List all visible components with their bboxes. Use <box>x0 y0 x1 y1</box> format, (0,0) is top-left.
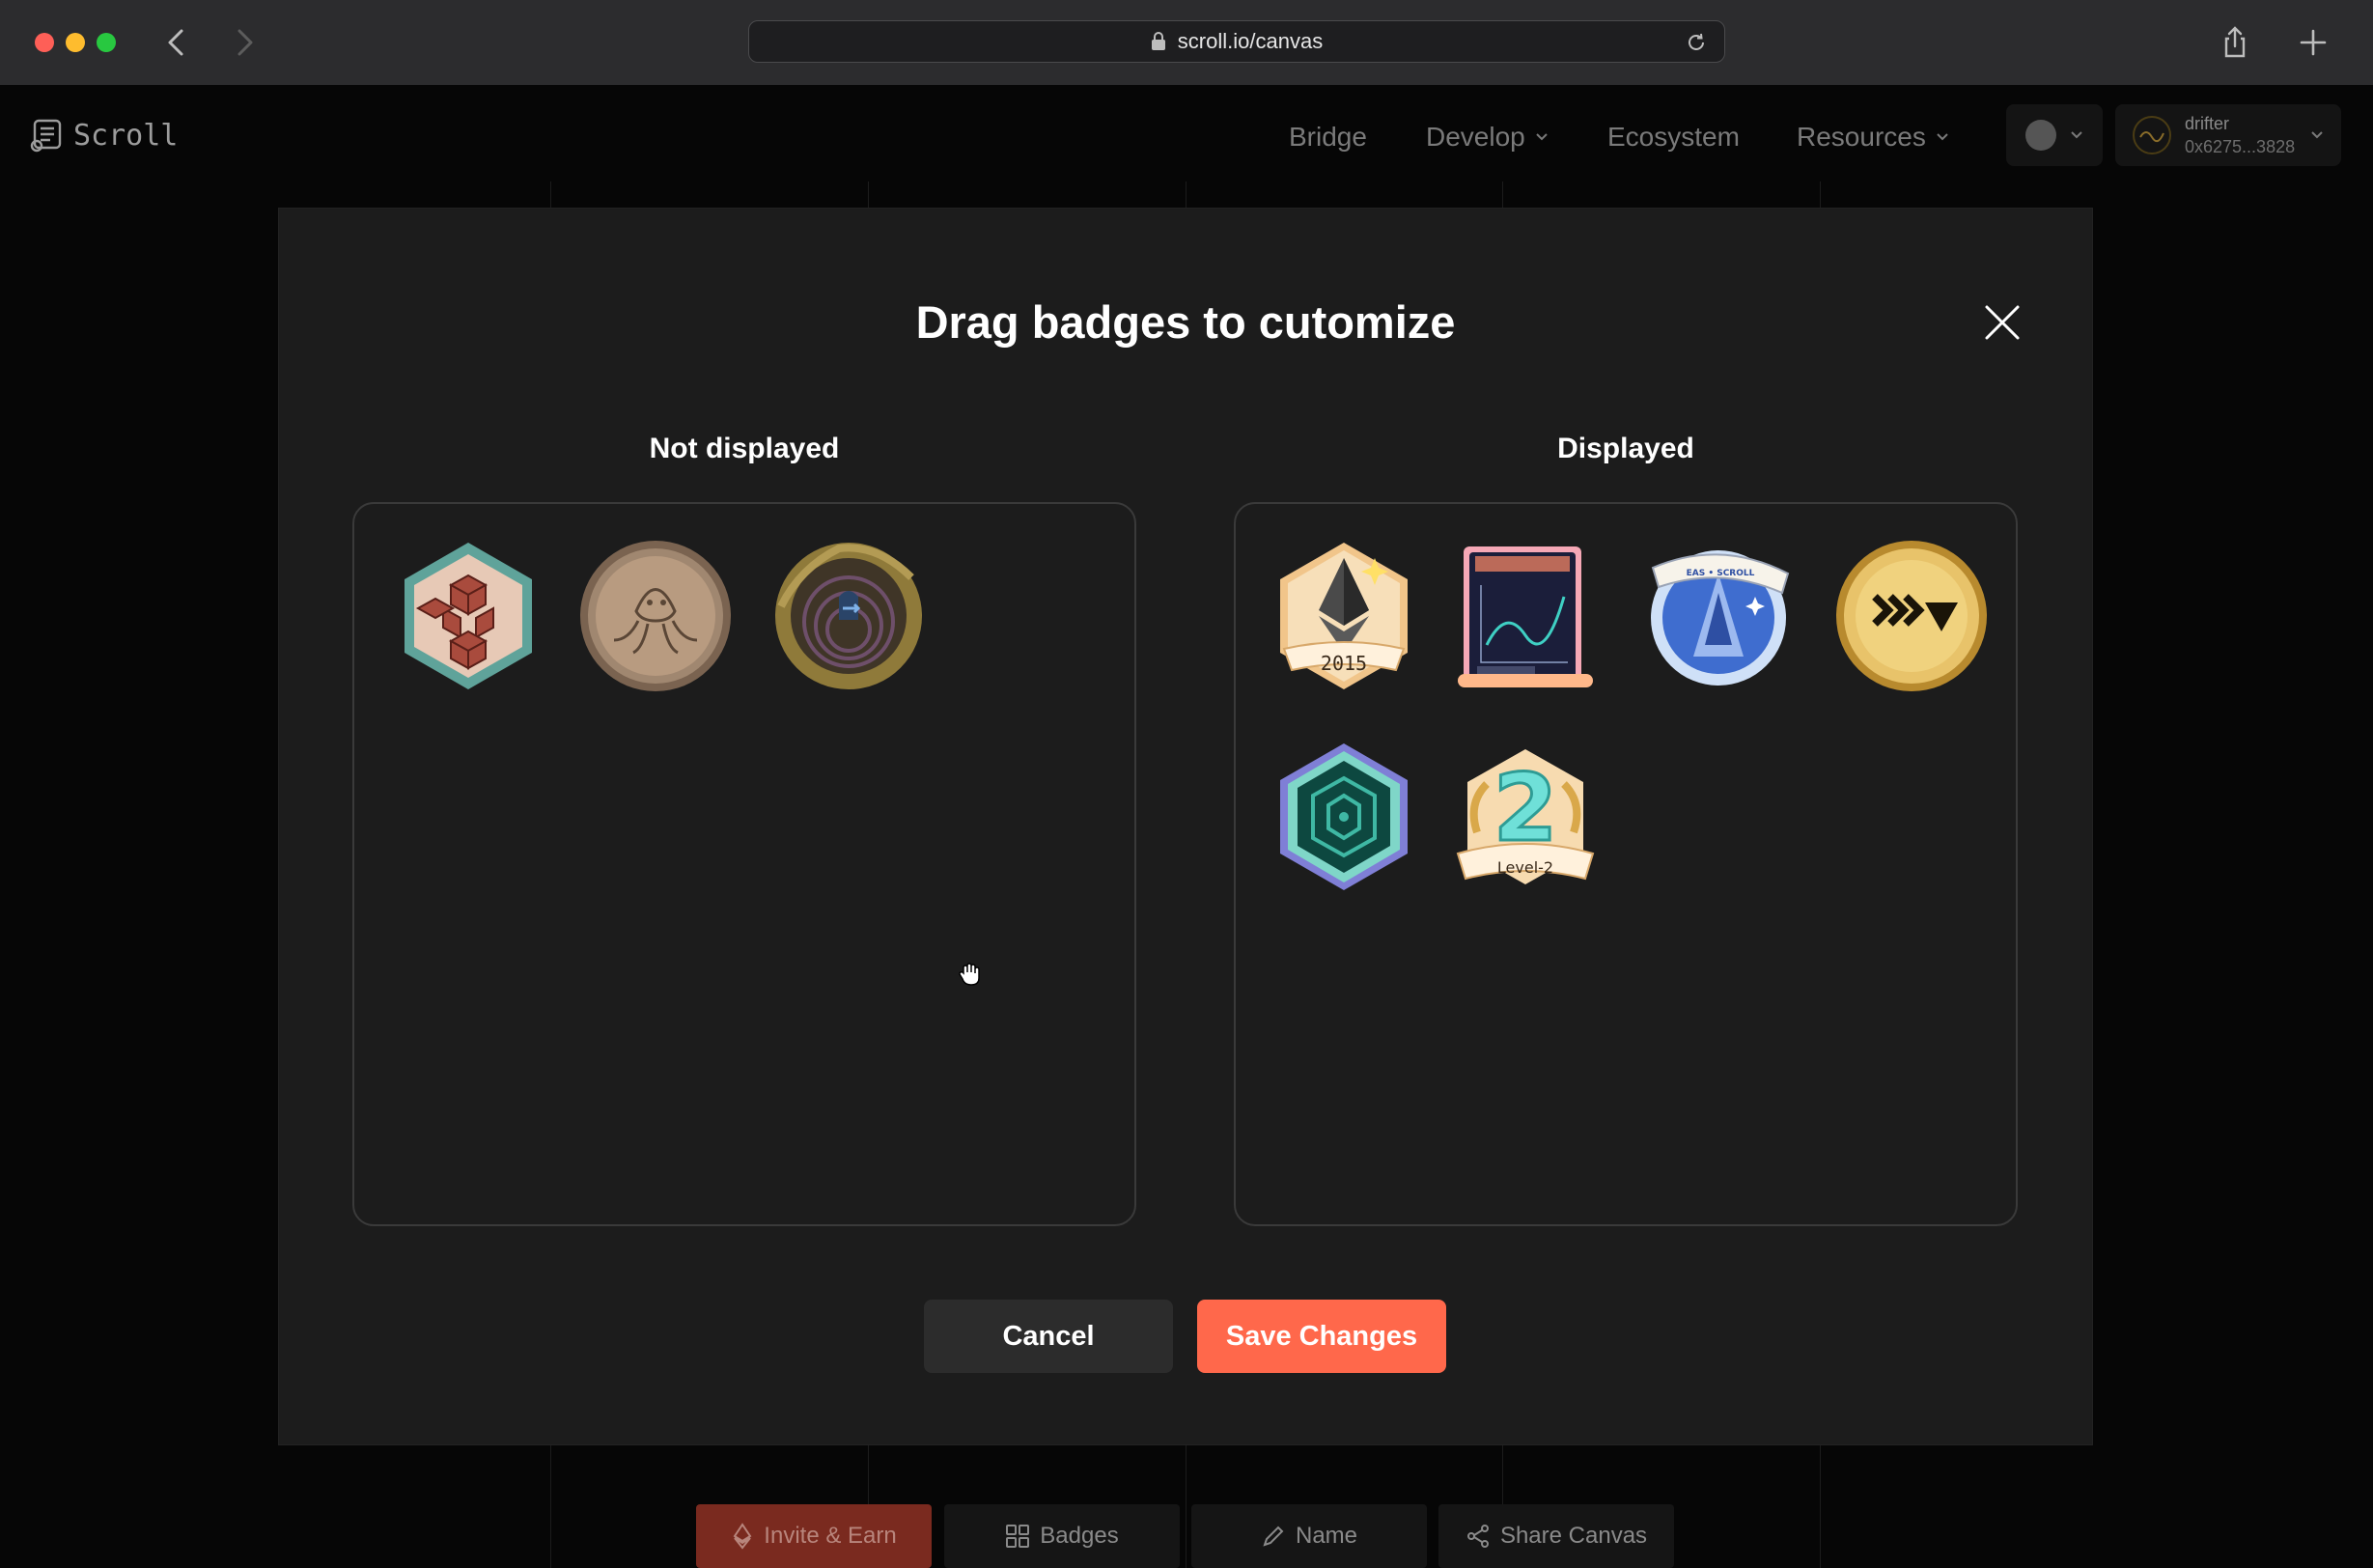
chevron-down-icon <box>1937 133 1948 141</box>
scroll-logo[interactable]: Scroll <box>29 114 178 156</box>
cancel-button[interactable]: Cancel <box>924 1300 1173 1373</box>
share-nodes-icon <box>1466 1525 1489 1548</box>
wallet-address: 0x6275...3828 <box>2185 137 2296 156</box>
not-displayed-dropzone[interactable] <box>352 502 1136 1226</box>
hexagon-maze-badge[interactable] <box>1267 740 1421 894</box>
nav-label: Resources <box>1797 122 1926 152</box>
scroll-logo-icon <box>30 119 62 153</box>
displayed-heading: Displayed <box>1557 433 1694 464</box>
level-2-badge[interactable]: 2 Level-2 <box>1448 740 1603 894</box>
invite-earn-button[interactable]: Invite & Earn <box>696 1504 932 1568</box>
chart-scroll-card-badge[interactable] <box>1448 539 1603 693</box>
lock-icon <box>1151 32 1165 50</box>
chevron-down-icon <box>2071 131 2082 139</box>
wallet-name: drifter <box>2185 114 2230 133</box>
badge-level-text: Level-2 <box>1497 858 1553 877</box>
ethereum-icon <box>733 1523 752 1550</box>
network-selector-button[interactable] <box>2006 104 2103 166</box>
nav-develop[interactable]: Develop <box>1426 114 1549 160</box>
badge-eas-text: EAS • SCROLL <box>1687 569 1755 578</box>
gold-chevron-coin-badge[interactable] <box>1834 539 1989 693</box>
minimize-window-button[interactable] <box>66 33 85 52</box>
zoom-window-button[interactable] <box>97 33 116 52</box>
hexagon-cubes-badge[interactable] <box>391 539 545 693</box>
close-icon[interactable] <box>1981 301 2024 344</box>
brand-name: Scroll <box>73 118 179 153</box>
badge-year-text: 2015 <box>1321 652 1367 675</box>
pencil-icon <box>1263 1526 1284 1547</box>
nav-label: Bridge <box>1289 122 1367 152</box>
nav-label: Develop <box>1426 122 1525 152</box>
address-bar[interactable]: scroll.io/canvas <box>748 20 1725 63</box>
eas-scroll-badge[interactable]: EAS • SCROLL <box>1641 539 1796 693</box>
name-button[interactable]: Name <box>1191 1504 1427 1568</box>
wallet-avatar <box>2133 116 2171 154</box>
chevron-down-icon <box>1536 133 1548 141</box>
scroll-network-icon <box>2025 120 2056 151</box>
close-window-button[interactable] <box>35 33 54 52</box>
displayed-dropzone[interactable]: 2015 EAS • SCROLL 2 Level-2 <box>1234 502 2018 1226</box>
save-changes-button[interactable]: Save Changes <box>1197 1300 1446 1373</box>
share-canvas-button[interactable]: Share Canvas <box>1438 1504 1674 1568</box>
nav-bridge[interactable]: Bridge <box>1289 114 1367 160</box>
browser-toolbar: scroll.io/canvas <box>0 0 2373 86</box>
name-label: Name <box>1295 1523 1358 1549</box>
chevron-down-icon <box>2311 131 2323 139</box>
octopus-coin-badge[interactable] <box>578 539 733 693</box>
mossy-portal-badge[interactable] <box>771 539 926 693</box>
reload-icon[interactable] <box>1686 32 1707 53</box>
nav-label: Ecosystem <box>1607 122 1740 152</box>
grid-icon <box>1006 1525 1030 1548</box>
badges-button[interactable]: Badges <box>944 1504 1180 1568</box>
nav-resources[interactable]: Resources <box>1797 114 1949 160</box>
wallet-button[interactable]: drifter 0x6275...3828 <box>2115 104 2341 166</box>
url-text: scroll.io/canvas <box>1177 29 1324 53</box>
invite-label: Invite & Earn <box>764 1523 897 1549</box>
forward-arrow-icon[interactable] <box>224 23 263 62</box>
new-tab-plus-icon[interactable] <box>2294 23 2332 62</box>
back-arrow-icon[interactable] <box>158 23 197 62</box>
nav-ecosystem[interactable]: Ecosystem <box>1607 114 1740 160</box>
share-canvas-label: Share Canvas <box>1499 1523 1648 1549</box>
grab-hand-cursor-icon <box>959 963 980 986</box>
share-icon[interactable] <box>2216 23 2254 62</box>
not-displayed-heading: Not displayed <box>649 433 840 464</box>
badges-label: Badges <box>1040 1523 1119 1549</box>
modal-title: Drag badges to cutomize <box>915 296 1456 348</box>
canvas-toolbar: Invite & Earn Badges Name Share Canvas <box>0 1504 2373 1568</box>
customize-badges-modal: Drag badges to cutomize Not displayed Di… <box>279 209 2092 1444</box>
ethereum-2015-badge[interactable]: 2015 <box>1267 539 1421 693</box>
